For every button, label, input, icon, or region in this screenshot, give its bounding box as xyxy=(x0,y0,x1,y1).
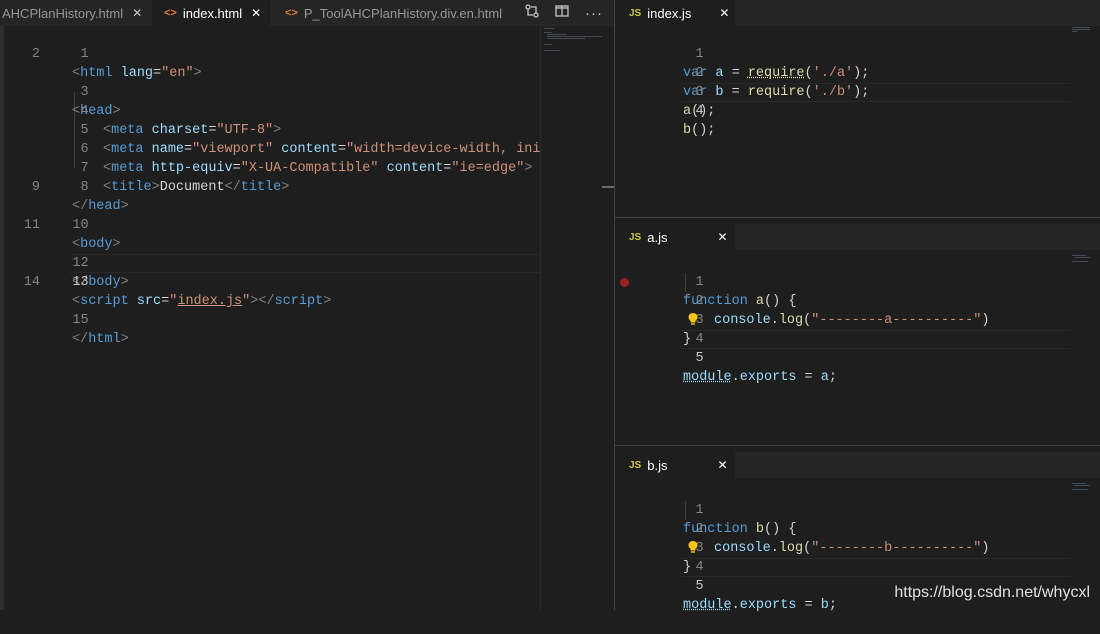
left-edge xyxy=(0,26,4,610)
code-line: 14 xyxy=(0,273,615,292)
more-actions-icon[interactable]: ··· xyxy=(585,5,603,22)
code-line: 1 var a = require('./a'); xyxy=(615,26,1100,45)
code-line: 2 console.log("--------a----------") xyxy=(615,273,1100,292)
line-number: 5 xyxy=(664,577,704,596)
code-line: 8 </head> xyxy=(0,159,615,178)
code-line: 1 <html lang="en"> xyxy=(0,26,615,45)
tab-bar-b-js: JS b.js ✕ xyxy=(615,452,1100,478)
js-icon: JS xyxy=(629,232,641,243)
code-editor-a-js[interactable]: 1 function a() { 2 console.log("--------… xyxy=(615,254,1100,446)
source-control-compare-icon[interactable] xyxy=(525,4,539,22)
code-line: 2 console.log("--------b----------") xyxy=(615,501,1100,520)
tab-label: b.js xyxy=(647,458,667,473)
tab-ahcplanhistory-html[interactable]: AHCPlanHistory.html ✕ xyxy=(0,0,150,26)
code-line: 1 function b() { xyxy=(615,482,1100,501)
tab-index-html[interactable]: <> index.html ✕ xyxy=(152,0,270,26)
js-icon: JS xyxy=(629,460,641,471)
close-icon[interactable]: ✕ xyxy=(717,458,727,472)
tab-bar-a-js: JS a.js ✕ xyxy=(615,224,1100,250)
code-line: 1 function a() { xyxy=(615,254,1100,273)
html-code-editor[interactable]: 1 <html lang="en"> 2 3 <head> 4 <meta ch… xyxy=(0,26,615,610)
code-line: 12 </body> xyxy=(0,235,615,254)
code-line: 5 <meta name="viewport" content="width=d… xyxy=(0,102,615,121)
code-text: b(); xyxy=(683,121,715,140)
code-line: 11 xyxy=(0,216,615,235)
close-icon[interactable]: ✕ xyxy=(251,6,261,20)
right-editor-a-js: JS a.js ✕ 1 function a() { 2 console.log… xyxy=(615,218,1100,446)
tab-label: index.js xyxy=(647,6,691,21)
line-number: 15 xyxy=(49,311,89,330)
code-line: 2 xyxy=(0,45,615,64)
code-line: 3 } xyxy=(615,520,1100,539)
lightbulb-icon[interactable] xyxy=(687,312,699,330)
code-text: module.exports = b; xyxy=(683,596,837,615)
tab-bar-index-js: JS index.js ✕ xyxy=(615,0,1100,26)
tab-label: index.html xyxy=(183,6,242,21)
code-text: </html> xyxy=(72,330,129,349)
code-text: module.exports = a; xyxy=(683,368,837,387)
code-editor-index-js[interactable]: 1 var a = require('./a'); 2 var b = requ… xyxy=(615,26,1100,218)
code-line: 9 xyxy=(0,178,615,197)
tab-a-js[interactable]: JS a.js ✕ xyxy=(615,224,735,250)
code-line: 4 <meta charset="UTF-8"> xyxy=(0,83,615,102)
right-editor-index-js: JS index.js ✕ 1 var a = require('./a'); … xyxy=(615,0,1100,218)
html-icon: <> xyxy=(285,7,298,19)
line-number: 5 xyxy=(664,349,704,368)
code-line: 6 <meta http-equiv="X-UA-Compatible" con… xyxy=(0,121,615,140)
tab-b-js[interactable]: JS b.js ✕ xyxy=(615,452,735,478)
html-icon: <> xyxy=(164,7,177,19)
minimap[interactable] xyxy=(540,26,603,610)
split-editor-icon[interactable] xyxy=(555,4,569,22)
current-line-highlight xyxy=(681,330,1071,349)
code-line: 3 a(); xyxy=(615,64,1100,83)
line-number: 11 xyxy=(0,216,40,235)
code-line: 13 <script src="index.js"></script> xyxy=(0,254,615,273)
code-line: 7 <title>Document</title> xyxy=(0,140,615,159)
tab-label: a.js xyxy=(647,230,667,245)
code-line: 2 var b = require('./b'); xyxy=(615,45,1100,64)
js-icon: JS xyxy=(629,8,641,19)
current-line-highlight xyxy=(681,558,1071,577)
tab-label: AHCPlanHistory.html xyxy=(2,6,123,21)
line-number: 4 xyxy=(664,102,704,121)
minimap[interactable] xyxy=(1070,482,1100,512)
left-tab-bar: AHCPlanHistory.html ✕ <> index.html ✕ <>… xyxy=(0,0,615,26)
code-line: 3 <head> xyxy=(0,64,615,83)
close-icon[interactable]: ✕ xyxy=(719,6,729,20)
code-line: 10 <body> xyxy=(0,197,615,216)
tab-index-js[interactable]: JS index.js ✕ xyxy=(615,0,735,26)
close-icon[interactable]: ✕ xyxy=(717,230,727,244)
watermark: https://blog.csdn.net/whycxl xyxy=(894,584,1090,602)
left-editor-group: AHCPlanHistory.html ✕ <> index.html ✕ <>… xyxy=(0,0,615,610)
minimap[interactable] xyxy=(1070,26,1100,56)
code-line: 15 </html> xyxy=(0,292,615,311)
tab-label: P_ToolAHCPlanHistory.div.en.html xyxy=(304,6,502,21)
lightbulb-icon[interactable] xyxy=(687,540,699,558)
minimap[interactable] xyxy=(1070,254,1100,284)
editor-actions: ··· xyxy=(525,0,603,26)
current-line-highlight xyxy=(681,83,1071,102)
line-number: 2 xyxy=(0,45,40,64)
line-number: 9 xyxy=(0,178,40,197)
close-icon[interactable]: ✕ xyxy=(132,6,142,20)
line-number: 14 xyxy=(0,273,40,292)
code-line: 3 } xyxy=(615,292,1100,311)
tab-p-toolahcplanhistory-html[interactable]: <> P_ToolAHCPlanHistory.div.en.html xyxy=(272,0,512,26)
